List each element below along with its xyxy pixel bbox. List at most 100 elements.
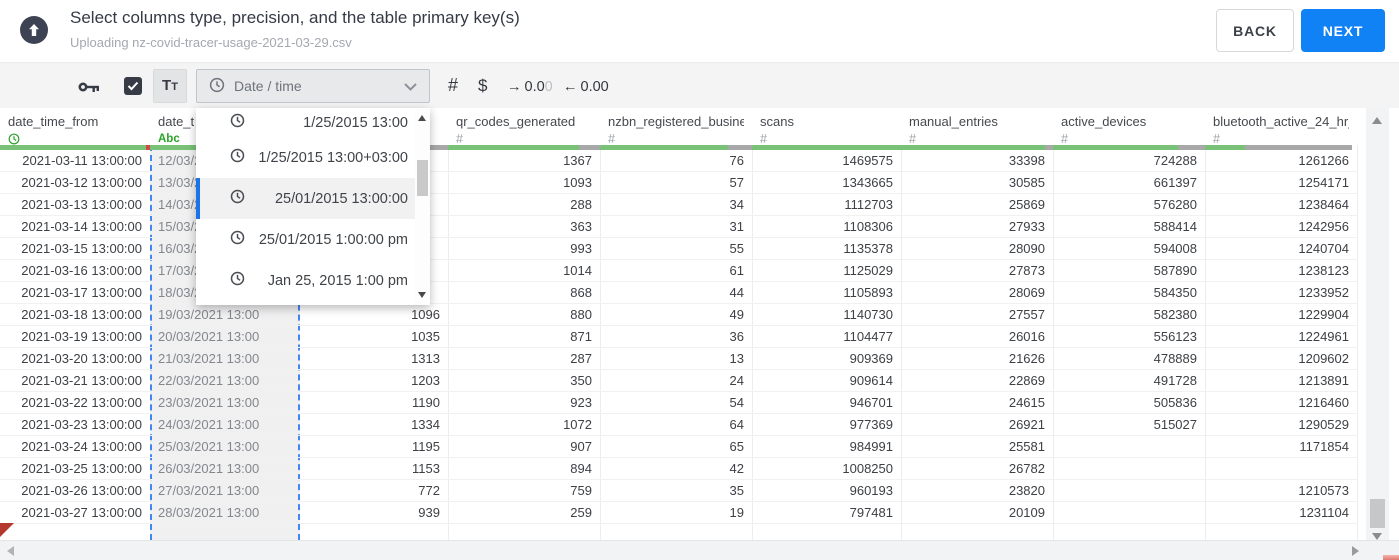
- cell[interactable]: 907: [448, 436, 600, 458]
- cell[interactable]: 34: [600, 194, 752, 216]
- cell[interactable]: 1238464: [1205, 194, 1357, 216]
- cell[interactable]: 28069: [901, 282, 1053, 304]
- cell[interactable]: 21626: [901, 348, 1053, 370]
- date-format-option[interactable]: Jan 25, 2015 1:00 pm: [196, 260, 430, 301]
- cell[interactable]: 1072: [448, 414, 600, 436]
- cell[interactable]: [1053, 502, 1205, 524]
- remove-decimal-button[interactable]: ← 0.00: [563, 79, 609, 95]
- cell[interactable]: 576280: [1053, 194, 1205, 216]
- cell[interactable]: 2021-03-22 13:00:00: [0, 392, 150, 414]
- cell[interactable]: 22/03/2021 13:00: [150, 370, 300, 392]
- vertical-scrollbar-thumb[interactable]: [1370, 499, 1385, 528]
- cell[interactable]: 30585: [901, 172, 1053, 194]
- cell[interactable]: 22869: [901, 370, 1053, 392]
- cell[interactable]: 57: [600, 172, 752, 194]
- cell[interactable]: 1190: [300, 392, 448, 414]
- cell[interactable]: 23/03/2021 13:00: [150, 392, 300, 414]
- cell[interactable]: 21/03/2021 13:00: [150, 348, 300, 370]
- cell[interactable]: 871: [448, 326, 600, 348]
- cell[interactable]: 13: [600, 348, 752, 370]
- cell[interactable]: 363: [448, 216, 600, 238]
- cell[interactable]: 2021-03-26 13:00:00: [0, 480, 150, 502]
- cell[interactable]: 594008: [1053, 238, 1205, 260]
- cell[interactable]: 23820: [901, 480, 1053, 502]
- cell[interactable]: 582380: [1053, 304, 1205, 326]
- cell[interactable]: 1093: [448, 172, 600, 194]
- cell[interactable]: 1104477: [752, 326, 901, 348]
- cell[interactable]: 759: [448, 480, 600, 502]
- cell[interactable]: 797481: [752, 502, 901, 524]
- cell[interactable]: 24615: [901, 392, 1053, 414]
- cell[interactable]: 2021-03-19 13:00:00: [0, 326, 150, 348]
- cell[interactable]: 55: [600, 238, 752, 260]
- cell[interactable]: 661397: [1053, 172, 1205, 194]
- text-type-button[interactable]: TT: [153, 69, 187, 103]
- cell[interactable]: 2021-03-17 13:00:00: [0, 282, 150, 304]
- cell[interactable]: 31: [600, 216, 752, 238]
- cell[interactable]: 960193: [752, 480, 901, 502]
- cell[interactable]: 19/03/2021 13:00: [150, 304, 300, 326]
- cell[interactable]: 1135378: [752, 238, 901, 260]
- cell[interactable]: 28090: [901, 238, 1053, 260]
- cell[interactable]: 26921: [901, 414, 1053, 436]
- cell[interactable]: 1233952: [1205, 282, 1357, 304]
- cell[interactable]: 287: [448, 348, 600, 370]
- cell[interactable]: 350: [448, 370, 600, 392]
- cell[interactable]: 515027: [1053, 414, 1205, 436]
- cell[interactable]: 27873: [901, 260, 1053, 282]
- cell[interactable]: [1053, 436, 1205, 458]
- column-selected-checkbox[interactable]: [124, 77, 142, 95]
- cell[interactable]: 1008250: [752, 458, 901, 480]
- cell[interactable]: 868: [448, 282, 600, 304]
- cell[interactable]: 724288: [1053, 150, 1205, 172]
- cell[interactable]: 1238123: [1205, 260, 1357, 282]
- cell[interactable]: 1112703: [752, 194, 901, 216]
- cell[interactable]: 24: [600, 370, 752, 392]
- cell[interactable]: 26016: [901, 326, 1053, 348]
- cell[interactable]: 478889: [1053, 348, 1205, 370]
- cell[interactable]: 1140730: [752, 304, 901, 326]
- column-header-active_devices[interactable]: active_devices #: [1053, 108, 1205, 146]
- cell[interactable]: 25/03/2021 13:00: [150, 436, 300, 458]
- scroll-down-icon[interactable]: [418, 292, 426, 298]
- cell[interactable]: 36: [600, 326, 752, 348]
- cell[interactable]: 923: [448, 392, 600, 414]
- cell[interactable]: 939: [300, 502, 448, 524]
- scroll-right-icon[interactable]: [1352, 546, 1359, 556]
- column-header-date_time_from[interactable]: date_time_from: [0, 108, 150, 145]
- cell[interactable]: 1216460: [1205, 392, 1357, 414]
- cell[interactable]: 1210573: [1205, 480, 1357, 502]
- cell[interactable]: 1367: [448, 150, 600, 172]
- scroll-up-icon[interactable]: [1372, 117, 1382, 124]
- cell[interactable]: 946701: [752, 392, 901, 414]
- cell[interactable]: 76: [600, 150, 752, 172]
- cell[interactable]: 1108306: [752, 216, 901, 238]
- cell[interactable]: 35: [600, 480, 752, 502]
- cell[interactable]: 2021-03-12 13:00:00: [0, 172, 150, 194]
- cell[interactable]: 2021-03-25 13:00:00: [0, 458, 150, 480]
- cell[interactable]: 1125029: [752, 260, 901, 282]
- integer-type-button[interactable]: #: [448, 75, 458, 96]
- add-decimal-button[interactable]: → 0.00: [507, 79, 553, 95]
- cell[interactable]: [1053, 458, 1205, 480]
- cell[interactable]: 1209602: [1205, 348, 1357, 370]
- cell[interactable]: 1014: [448, 260, 600, 282]
- cell[interactable]: 1105893: [752, 282, 901, 304]
- cell[interactable]: 587890: [1053, 260, 1205, 282]
- cell[interactable]: 2021-03-27 13:00:00: [0, 502, 150, 524]
- cell[interactable]: 2021-03-24 13:00:00: [0, 436, 150, 458]
- scroll-up-icon[interactable]: [418, 115, 426, 121]
- cell[interactable]: 1261266: [1205, 150, 1357, 172]
- horizontal-scrollbar[interactable]: [0, 540, 1399, 560]
- cell[interactable]: 24/03/2021 13:00: [150, 414, 300, 436]
- cell[interactable]: 880: [448, 304, 600, 326]
- cell[interactable]: 588414: [1053, 216, 1205, 238]
- cell[interactable]: [1205, 458, 1357, 480]
- cell[interactable]: 259: [448, 502, 600, 524]
- cell[interactable]: 1229904: [1205, 304, 1357, 326]
- cell[interactable]: 288: [448, 194, 600, 216]
- cell[interactable]: [1053, 480, 1205, 502]
- column-header-nzbn_registered_busine[interactable]: nzbn_registered_busine #: [600, 108, 752, 146]
- cell[interactable]: 1224961: [1205, 326, 1357, 348]
- cell[interactable]: 1096: [300, 304, 448, 326]
